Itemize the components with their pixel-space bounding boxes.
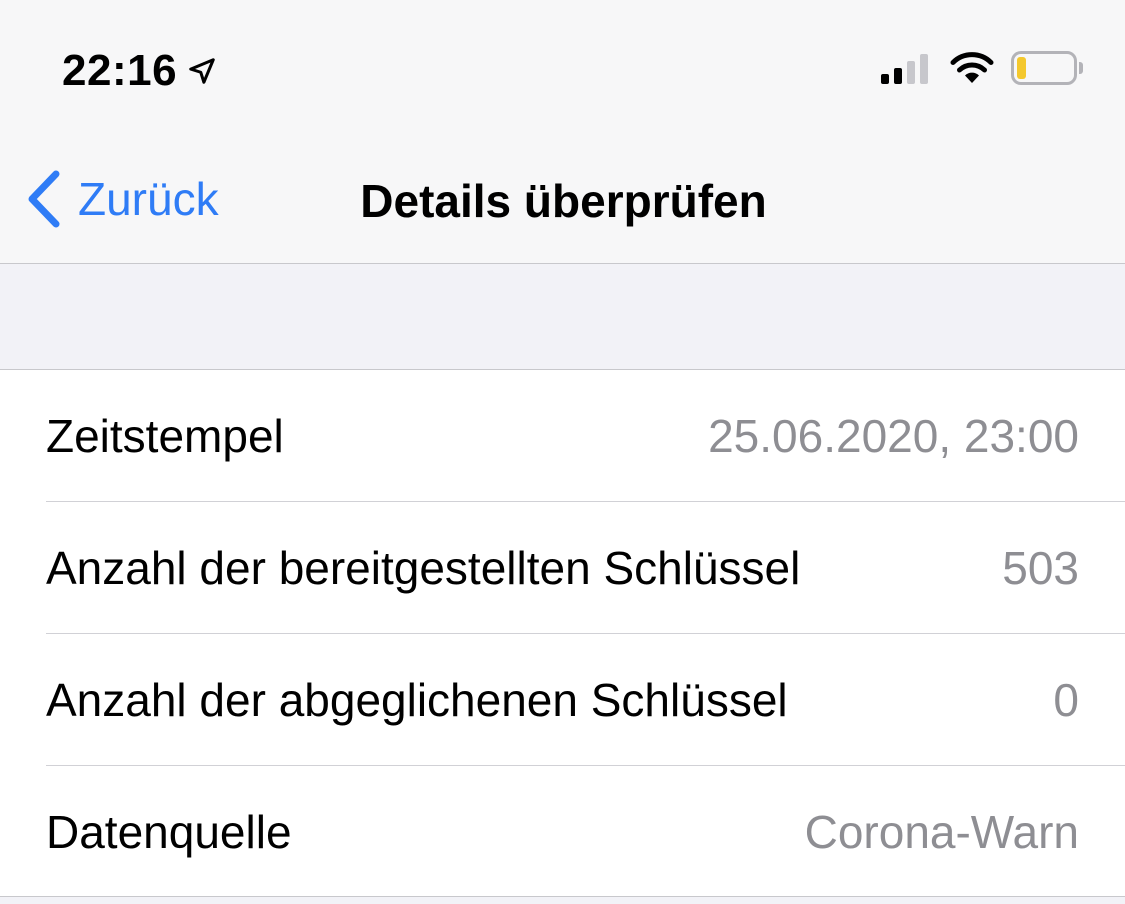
wifi-icon bbox=[950, 52, 994, 83]
cellular-signal-icon bbox=[881, 52, 933, 84]
status-bar-time: 22:16 bbox=[62, 46, 217, 96]
section-spacer bbox=[0, 265, 1125, 369]
detail-value: 503 bbox=[1002, 541, 1079, 594]
detail-row-data-source: Datenquelle Corona-Warn bbox=[46, 766, 1125, 898]
detail-row-timestamp: Zeitstempel 25.06.2020, 23:00 bbox=[46, 370, 1125, 502]
clock-text: 22:16 bbox=[62, 46, 178, 95]
navigation-bar: Zurück Details überprüfen bbox=[0, 140, 1125, 260]
battery-icon bbox=[1011, 51, 1083, 85]
detail-value: Corona-Warn bbox=[804, 806, 1079, 858]
details-list: Zeitstempel 25.06.2020, 23:00 Anzahl der… bbox=[0, 369, 1125, 897]
detail-value: 0 bbox=[1053, 673, 1079, 726]
detail-row-matched-keys: Anzahl der abgeglichenen Schlüssel 0 bbox=[46, 634, 1125, 766]
detail-label: Datenquelle bbox=[46, 806, 292, 858]
detail-label: Anzahl der abgeglichenen Schlüssel bbox=[46, 673, 788, 726]
detail-label: Zeitstempel bbox=[46, 409, 284, 462]
page-title: Details überprüfen bbox=[360, 175, 767, 227]
location-arrow-icon bbox=[189, 58, 215, 84]
detail-value: 25.06.2020, 23:00 bbox=[708, 409, 1079, 462]
top-bar: 22:16 Zurück Details überprüfen bbox=[0, 0, 1125, 264]
status-icons bbox=[881, 50, 1083, 86]
detail-row-provided-keys: Anzahl der bereitgestellten Schlüssel 50… bbox=[46, 502, 1125, 634]
detail-label: Anzahl der bereitgestellten Schlüssel bbox=[46, 541, 801, 594]
